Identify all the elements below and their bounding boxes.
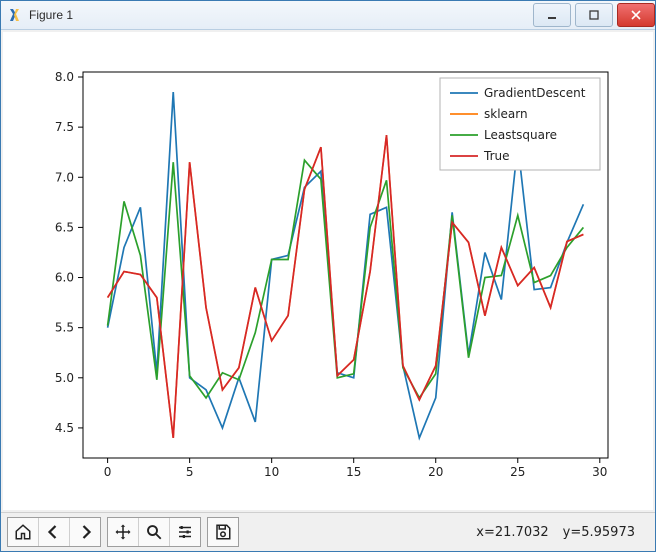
svg-text:6.5: 6.5 xyxy=(55,220,74,234)
svg-text:30: 30 xyxy=(592,465,607,479)
move-icon xyxy=(114,523,132,541)
svg-text:7.0: 7.0 xyxy=(55,170,74,184)
svg-text:5.5: 5.5 xyxy=(55,321,74,335)
svg-text:True: True xyxy=(483,149,510,163)
close-button[interactable] xyxy=(617,3,655,27)
svg-text:Leastsquare: Leastsquare xyxy=(484,128,557,142)
svg-text:15: 15 xyxy=(346,465,361,479)
coord-x: x=21.7032 xyxy=(476,525,548,540)
svg-text:20: 20 xyxy=(428,465,443,479)
plot-canvas[interactable]: 0 5 10 15 20 25 30 4.5 5.0 5.5 6.0 6.5 7.0 7.5 8.0 Grad… xyxy=(3,32,653,510)
home-icon xyxy=(14,523,32,541)
svg-text:25: 25 xyxy=(510,465,525,479)
window-title: Figure 1 xyxy=(29,8,73,22)
plot-figure: 0 5 10 15 20 25 30 4.5 5.0 5.5 6.0 6.5 7.0 7.5 8.0 Grad… xyxy=(3,32,653,510)
client-area: 0 5 10 15 20 25 30 4.5 5.0 5.5 6.0 6.5 7.0 7.5 8.0 Grad… xyxy=(1,30,655,551)
coord-y: y=5.95973 xyxy=(563,525,635,540)
nav-toolbar: x=21.7032 y=5.95973 xyxy=(1,512,655,551)
pan-button[interactable] xyxy=(108,518,139,546)
svg-text:10: 10 xyxy=(264,465,279,479)
title-bar[interactable]: Figure 1 xyxy=(1,1,655,30)
svg-text:8.0: 8.0 xyxy=(55,70,74,84)
minimize-button[interactable] xyxy=(533,3,571,27)
zoom-icon xyxy=(145,523,163,541)
svg-text:5: 5 xyxy=(186,465,194,479)
svg-text:7.5: 7.5 xyxy=(55,120,74,134)
svg-text:sklearn: sklearn xyxy=(484,107,528,121)
sliders-icon xyxy=(176,523,194,541)
zoom-button[interactable] xyxy=(139,518,170,546)
svg-text:4.5: 4.5 xyxy=(55,421,74,435)
arrow-right-icon xyxy=(76,523,94,541)
svg-text:5.0: 5.0 xyxy=(55,371,74,385)
maximize-button[interactable] xyxy=(575,3,613,27)
app-icon xyxy=(7,7,23,23)
save-icon xyxy=(214,523,232,541)
save-button[interactable] xyxy=(208,518,238,546)
subplots-button[interactable] xyxy=(170,518,200,546)
arrow-left-icon xyxy=(45,523,63,541)
svg-text:6.0: 6.0 xyxy=(55,271,74,285)
svg-text:0: 0 xyxy=(104,465,112,479)
home-button[interactable] xyxy=(8,518,39,546)
back-button[interactable] xyxy=(39,518,70,546)
forward-button[interactable] xyxy=(70,518,100,546)
svg-text:GradientDescent: GradientDescent xyxy=(484,86,586,100)
figure-window: Figure 1 0 5 10 15 20 25 30 4.5 5.0 5.5 6.0 6.5 7.0 7… xyxy=(0,0,656,552)
